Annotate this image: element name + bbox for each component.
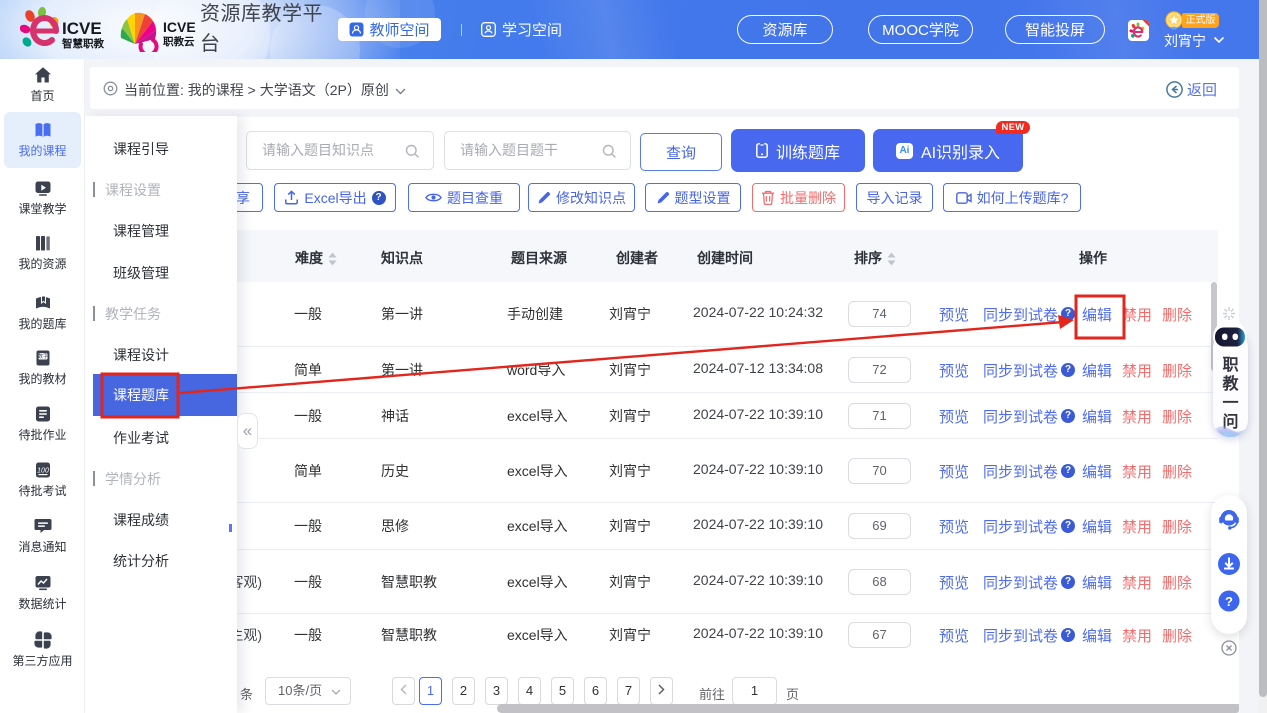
svg-text:ICVE: ICVE bbox=[163, 19, 196, 35]
svg-text:职教云: 职教云 bbox=[163, 35, 195, 48]
svg-text:?: ? bbox=[1225, 594, 1233, 609]
svg-text:数字: 数字 bbox=[37, 352, 49, 360]
svg-text:智慧职教: 智慧职教 bbox=[61, 37, 104, 50]
svg-text:ICVE: ICVE bbox=[62, 19, 102, 38]
svg-text:100: 100 bbox=[37, 468, 49, 475]
